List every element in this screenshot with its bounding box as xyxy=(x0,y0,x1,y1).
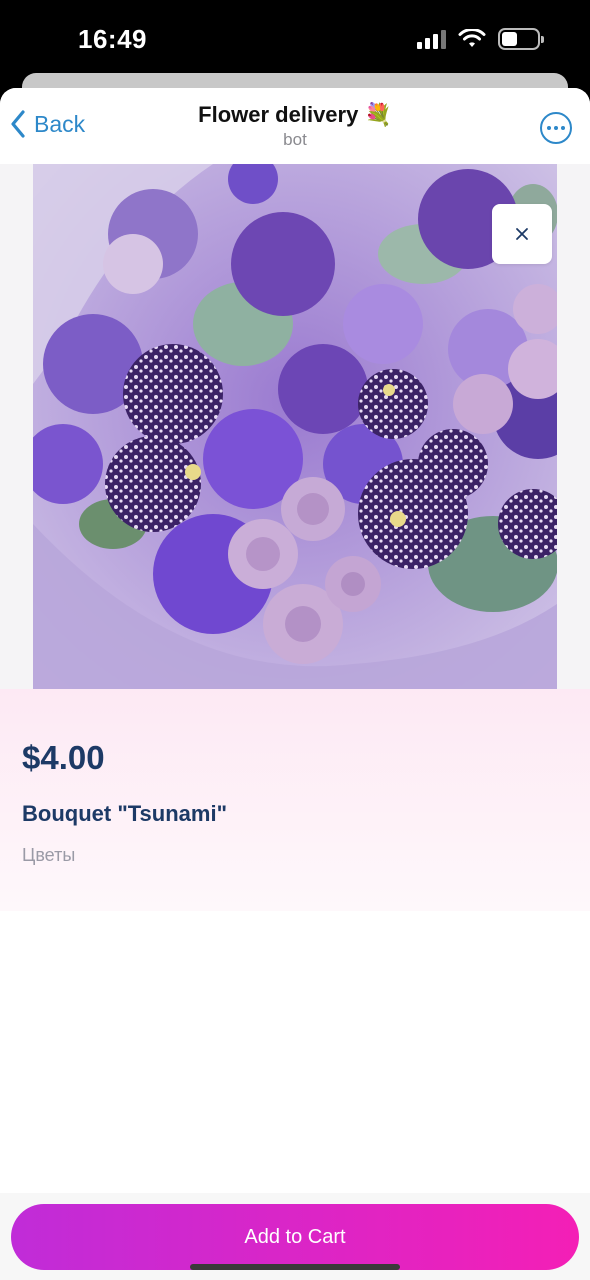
add-to-cart-button[interactable]: Add to Cart xyxy=(11,1204,579,1270)
mini-app-window: Back Flower delivery 💐 bot $4.00 Bouquet… xyxy=(0,88,590,1280)
product-price: $4.00 xyxy=(22,739,105,776)
product-name: Bouquet "Tsunami" xyxy=(22,801,228,826)
wifi-icon xyxy=(458,29,486,47)
product-category: Цветы xyxy=(22,845,76,865)
close-icon xyxy=(516,228,528,240)
product-image xyxy=(33,164,557,689)
status-time: 16:49 xyxy=(78,24,147,54)
cellular-signal-icon xyxy=(417,29,446,49)
page-title: Flower delivery 💐 xyxy=(198,102,392,127)
status-icons xyxy=(417,28,544,50)
page-subtitle: bot xyxy=(283,130,307,149)
close-button[interactable] xyxy=(492,204,552,264)
home-indicator xyxy=(190,1264,400,1270)
more-horizontal-icon xyxy=(547,126,551,130)
nav-title-group: Flower delivery 💐 bot xyxy=(0,102,590,150)
bouquet-image xyxy=(33,164,557,689)
battery-icon xyxy=(498,28,544,50)
bottom-action-bar: Add to Cart xyxy=(0,1193,590,1280)
more-options-button[interactable] xyxy=(540,112,572,144)
product-image-area xyxy=(0,164,590,689)
product-info: $4.00 Bouquet "Tsunami" Цветы xyxy=(0,689,590,911)
status-bar: 16:49 xyxy=(0,0,590,80)
nav-bar: Back Flower delivery 💐 bot xyxy=(0,88,590,164)
